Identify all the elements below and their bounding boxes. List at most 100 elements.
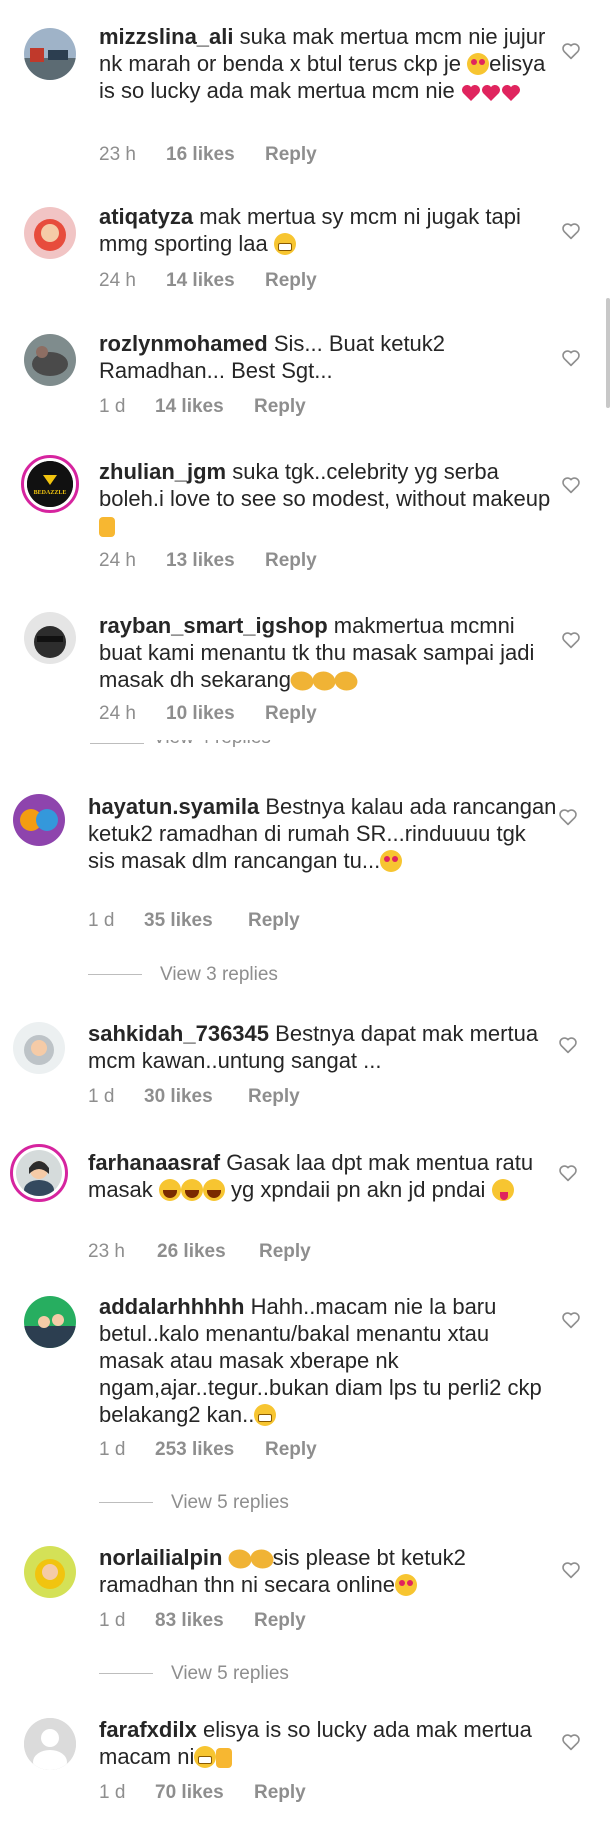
red-heart-emoji-icon xyxy=(461,85,480,101)
comment-username[interactable]: farafxdilx xyxy=(99,1717,197,1742)
heart-outline-icon[interactable] xyxy=(558,1164,578,1182)
avatar[interactable]: BEDAZZLE xyxy=(21,455,79,513)
avatar[interactable] xyxy=(13,1022,65,1074)
comment-username[interactable]: norlailialpin xyxy=(99,1545,222,1570)
heart-outline-icon[interactable] xyxy=(561,349,581,367)
comment-time: 1 d xyxy=(88,910,115,931)
laughing-emoji-icon xyxy=(158,1179,181,1201)
comment-likes[interactable]: 14 likes xyxy=(155,395,224,419)
avatar[interactable] xyxy=(24,334,76,386)
comment-likes[interactable]: 13 likes xyxy=(166,549,235,573)
avatar[interactable] xyxy=(13,794,65,846)
avatar-photo xyxy=(24,207,76,259)
comment-text: norlailialpin sis please bt ketuk2 ramad… xyxy=(99,1544,559,1598)
winking-tongue-emoji-icon xyxy=(491,1179,514,1201)
view-replies-button[interactable]: View 5 replies xyxy=(99,1492,289,1514)
view-replies-button[interactable]: View 4 replies xyxy=(153,740,271,750)
reply-button[interactable]: Reply xyxy=(248,909,300,933)
comment-time: 24 h xyxy=(99,703,136,724)
heart-outline-icon[interactable] xyxy=(561,42,581,60)
comment-likes[interactable]: 253 likes xyxy=(155,1438,234,1462)
reply-button[interactable]: Reply xyxy=(265,1438,317,1462)
view-replies-label: View 5 replies xyxy=(171,1663,289,1684)
view-replies-line xyxy=(90,743,144,744)
scrollbar[interactable] xyxy=(606,298,610,408)
view-replies-button[interactable]: View 5 replies xyxy=(99,1663,289,1685)
heart-outline-icon[interactable] xyxy=(561,1561,581,1579)
view-replies-line xyxy=(99,1673,153,1675)
comment-likes[interactable]: 10 likes xyxy=(166,702,235,726)
view-replies-label: View 3 replies xyxy=(160,964,278,985)
bedazzle-logo-icon: BEDAZZLE xyxy=(27,461,73,507)
reply-button[interactable]: Reply xyxy=(265,702,317,726)
comment-likes[interactable]: 30 likes xyxy=(144,1085,213,1109)
avatar-photo xyxy=(24,612,76,664)
comment-likes[interactable]: 26 likes xyxy=(157,1240,226,1264)
reply-button[interactable]: Reply xyxy=(265,549,317,573)
avatar-photo xyxy=(24,28,76,80)
heart-outline-icon[interactable] xyxy=(561,222,581,240)
view-replies-label: View 4 replies xyxy=(153,740,271,749)
person-placeholder-icon xyxy=(24,1718,76,1770)
grin-emoji-icon xyxy=(254,1404,277,1426)
comment-likes[interactable]: 14 likes xyxy=(166,269,235,293)
grin-emoji-icon xyxy=(273,233,296,255)
reply-button[interactable]: Reply xyxy=(254,1609,306,1633)
avatar-photo xyxy=(13,794,65,846)
comment-username[interactable]: farhanaasraf xyxy=(88,1150,220,1175)
comment-likes[interactable]: 70 likes xyxy=(155,1781,224,1805)
comment-text: mizzslina_ali suka mak mertua mcm nie ju… xyxy=(99,23,559,104)
comment-text: addalarhhhhh Hahh..macam nie la baru bet… xyxy=(99,1293,559,1428)
view-replies-button[interactable]: View 3 replies xyxy=(88,964,278,986)
heart-outline-icon[interactable] xyxy=(558,808,578,826)
view-replies-line xyxy=(99,1502,153,1504)
reply-button[interactable]: Reply xyxy=(254,395,306,419)
comment-meta: 24 h 13 likes Reply xyxy=(99,549,317,573)
comment-username[interactable]: atiqatyza xyxy=(99,204,193,229)
comment-likes[interactable]: 35 likes xyxy=(144,909,213,933)
comment-likes[interactable]: 16 likes xyxy=(166,143,235,167)
avatar[interactable] xyxy=(24,28,76,80)
comment-time: 23 h xyxy=(88,1241,125,1262)
avatar[interactable] xyxy=(24,612,76,664)
comment-text: rayban_smart_igshop makmertua mcmni buat… xyxy=(99,612,559,695)
comment-text: sahkidah_736345 Bestnya dapat mak mertua… xyxy=(88,1020,558,1074)
heart-outline-icon[interactable] xyxy=(558,1036,578,1054)
comment-likes[interactable]: 83 likes xyxy=(155,1609,224,1633)
comment-username[interactable]: mizzslina_ali xyxy=(99,24,234,49)
comment-text: atiqatyza mak mertua sy mcm ni jugak tap… xyxy=(99,203,559,257)
comment-username[interactable]: rozlynmohamed xyxy=(99,331,268,356)
avatar[interactable] xyxy=(24,1546,76,1598)
reply-button[interactable]: Reply xyxy=(265,143,317,167)
reply-button[interactable]: Reply xyxy=(248,1085,300,1109)
heart-outline-icon[interactable] xyxy=(561,1733,581,1751)
heart-outline-icon[interactable] xyxy=(561,476,581,494)
reply-button[interactable]: Reply xyxy=(254,1781,306,1805)
comment-text: farhanaasraf Gasak laa dpt mak mentua ra… xyxy=(88,1149,558,1203)
clap-emoji-icon xyxy=(225,1545,254,1573)
comment-meta: 23 h 16 likes Reply xyxy=(99,143,317,167)
avatar-photo: BEDAZZLE xyxy=(27,461,73,507)
heart-outline-icon[interactable] xyxy=(561,631,581,649)
comment-username[interactable]: sahkidah_736345 xyxy=(88,1021,269,1046)
avatar-photo xyxy=(24,334,76,386)
comment-time: 24 h xyxy=(99,270,136,291)
heart-eyes-emoji-icon xyxy=(380,850,403,872)
avatar[interactable] xyxy=(24,1296,76,1348)
comment-username[interactable]: addalarhhhhh xyxy=(99,1294,244,1319)
comment-username[interactable]: rayban_smart_igshop xyxy=(99,613,328,638)
reply-button[interactable]: Reply xyxy=(265,269,317,293)
avatar[interactable] xyxy=(24,207,76,259)
heart-outline-icon[interactable] xyxy=(561,1311,581,1329)
comment-time: 24 h xyxy=(99,550,136,571)
grin-emoji-icon xyxy=(194,1746,217,1768)
comment-username[interactable]: hayatun.syamila xyxy=(88,794,259,819)
heart-eyes-emoji-icon xyxy=(467,53,490,75)
comment-meta: 1 d 30 likes Reply xyxy=(88,1085,300,1109)
clap-emoji-icon xyxy=(247,1545,276,1573)
comment-username[interactable]: zhulian_jgm xyxy=(99,459,226,484)
reply-button[interactable]: Reply xyxy=(259,1240,311,1264)
comment-meta: 24 h 14 likes Reply xyxy=(99,269,317,293)
avatar[interactable] xyxy=(10,1144,68,1202)
avatar[interactable] xyxy=(24,1718,76,1770)
